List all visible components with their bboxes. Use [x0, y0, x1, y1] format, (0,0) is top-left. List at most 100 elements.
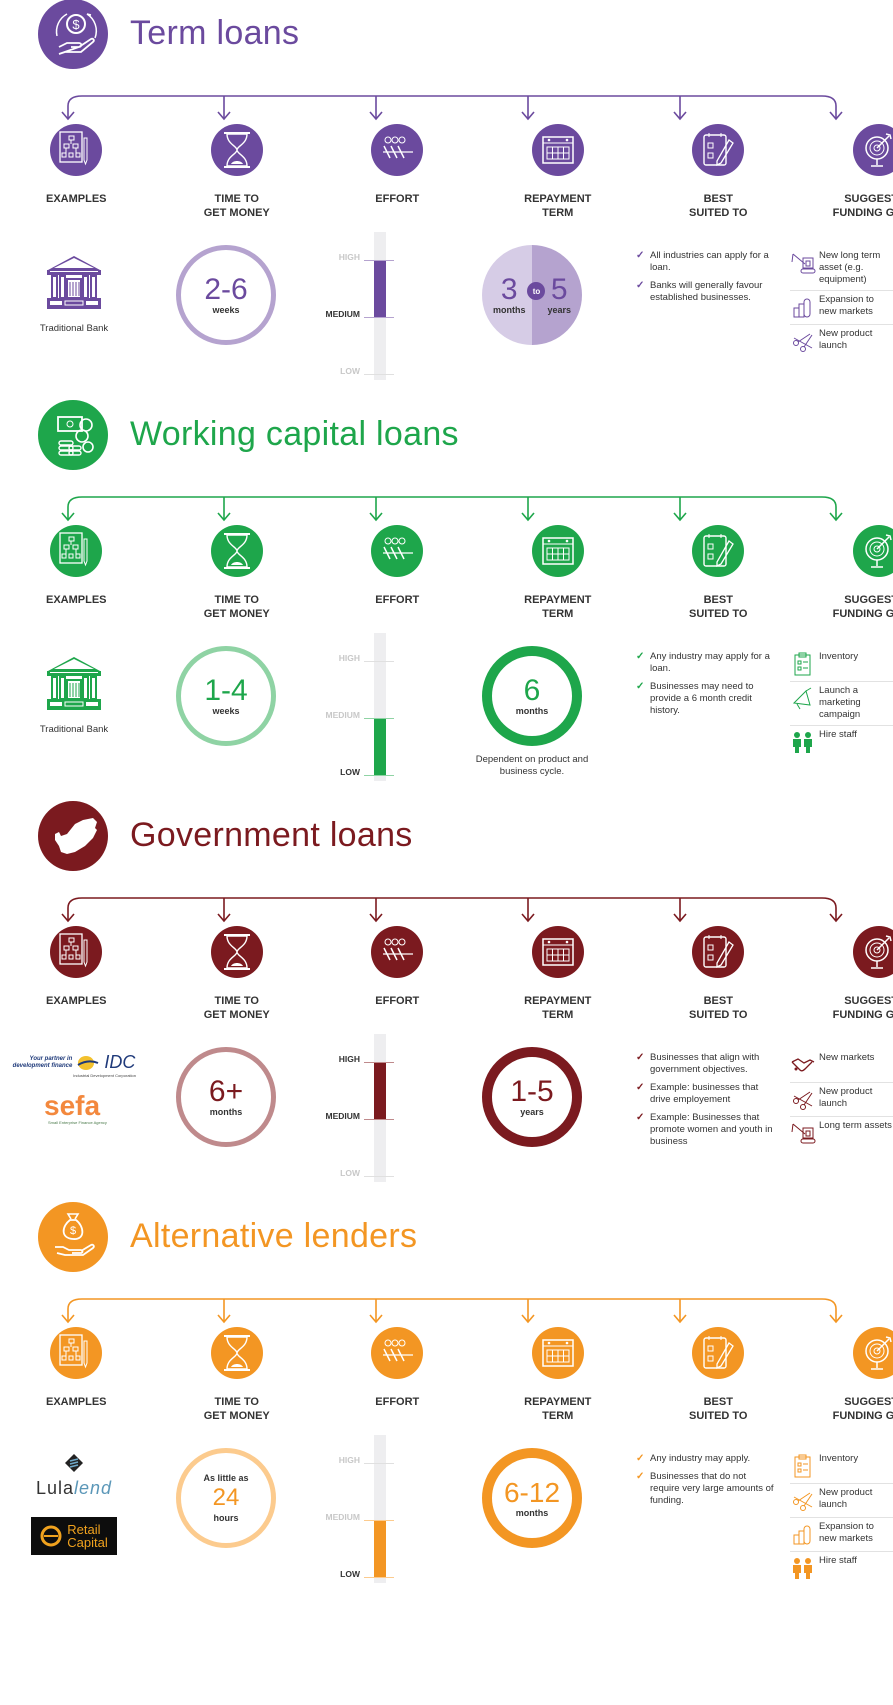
check-icon: ✓ [636, 250, 645, 261]
category-column: REPAYMENT TERM [483, 926, 633, 1022]
category-icon-circle [371, 525, 424, 577]
category-label-line2: FUNDING GOALS [832, 207, 893, 219]
bar-growth-icon [793, 1525, 811, 1545]
best-suited-text: Any industry may apply for a loan. [650, 651, 770, 674]
target-arrow-icon [865, 534, 892, 568]
crane-equipment-icon [791, 253, 816, 274]
category-icon-circle [692, 124, 745, 176]
category-label: EXAMPLES [1, 192, 151, 206]
effort-label-medium: MEDIUM [325, 710, 360, 720]
category-column: SUGGESTED FUNDING GOALS [804, 1327, 893, 1423]
funding-goal-text: Long term assets [819, 1120, 892, 1131]
best-suited-item: ✓ All industries can apply for a loan. [636, 250, 776, 274]
effort-label-medium: MEDIUM [325, 1512, 360, 1522]
time-value: 1-4 [204, 674, 248, 707]
time-value: 24 [212, 1484, 240, 1511]
scissors-ribbon-icon [793, 333, 813, 352]
category-column: EFFORT [322, 926, 472, 1008]
category-label-line1: SUGGESTED [844, 995, 893, 1007]
best-suited-item: ✓ Businesses that align with government o… [636, 1052, 776, 1076]
funding-goals-list: Inventory New product launch Expansion to … [790, 1450, 893, 1585]
category-icon-circle [50, 1327, 103, 1379]
people-staff-icon [793, 1558, 812, 1579]
category-column: TIME TO GET MONEY [162, 1327, 312, 1423]
calendar-icon [542, 938, 574, 966]
hourglass-icon [223, 934, 250, 970]
category-label-line2: SUITED TO [689, 1009, 748, 1021]
funding-goal-item: Hire staff [790, 726, 893, 759]
category-connector-tree [61, 95, 843, 121]
checklist-pencil-icon [703, 133, 735, 167]
funding-goal-item: New product launch [790, 1083, 893, 1117]
effort-tick-high [364, 1463, 394, 1464]
funding-goal-text: Launch a marketing campaign [819, 685, 861, 720]
calendar-icon [542, 136, 574, 164]
time-unit: hours [213, 1513, 239, 1523]
org-chart-document-icon [59, 1334, 88, 1369]
category-label-line1: BEST [703, 1396, 733, 1408]
time-to-money-ring: 2-6 weeks [176, 245, 276, 345]
effort-label-medium: MEDIUM [325, 1111, 360, 1121]
best-suited-item: ✓ Any industry may apply. [636, 1453, 776, 1465]
category-label: EXAMPLES [1, 593, 151, 607]
effort-label-medium: MEDIUM [325, 309, 360, 319]
org-chart-document-icon [59, 131, 88, 166]
category-label-line1: SUGGESTED [844, 193, 893, 205]
category-label-line1: SUGGESTED [844, 1396, 893, 1408]
category-icon-circle [692, 525, 745, 577]
best-suited-list: ✓ Businesses that align with government o… [636, 1052, 776, 1154]
loan-section-term: $ Term loans EXAMPLES TIME TO GET MONEY EFFOR… [0, 0, 893, 436]
checklist-pencil-icon [703, 1336, 735, 1370]
repayment-min: 3 months [493, 275, 526, 316]
category-column: EFFORT [322, 124, 472, 206]
category-connector-tree [61, 897, 843, 923]
time-to-money-ring: As little as 24 hours [176, 1448, 276, 1548]
best-suited-text: Example: businesses that drive employeme… [650, 1082, 759, 1105]
check-icon: ✓ [636, 1052, 645, 1063]
category-label: EFFORT [322, 593, 472, 607]
funding-goal-item: New product launch [790, 325, 893, 358]
category-icon-circle [210, 124, 263, 176]
category-label-line1: EXAMPLES [46, 995, 107, 1007]
category-label-line2: GET MONEY [203, 608, 270, 620]
category-column: BEST SUITED TO [643, 525, 793, 621]
repayment-max: 5 years [547, 275, 571, 316]
target-arrow-icon [865, 1336, 892, 1370]
effort-tick-low [364, 374, 394, 375]
repayment-value: 6-12 [503, 1477, 561, 1508]
funding-goal-item: Long term assets [790, 1117, 893, 1150]
clipboard-inventory-icon [794, 652, 811, 676]
category-label-line2: SUITED TO [689, 1410, 748, 1422]
best-suited-item: ✓ Example: businesses that drive employem… [636, 1082, 776, 1106]
funding-goal-icon-wrap [790, 250, 816, 276]
repayment-ring: 6-12 months [482, 1448, 582, 1548]
check-icon: ✓ [636, 1453, 645, 1464]
category-column: TIME TO GET MONEY [162, 124, 312, 220]
best-suited-text: All industries can apply for a loan. [650, 250, 769, 273]
funding-goal-text: New product launch [819, 1487, 873, 1510]
funding-goal-item: Launch a marketing campaign [790, 682, 893, 726]
best-suited-text: Businesses may need to provide a 6 month… [650, 681, 754, 716]
funding-goal-text: Hire staff [819, 729, 857, 740]
best-suited-text: Example: Businesses that promote women a… [650, 1112, 773, 1147]
idc-tagline-1: Your partner in [29, 1055, 73, 1062]
category-icon-circle [50, 926, 103, 978]
loan-section-working: Working capital loans EXAMPLES TIME TO GET … [0, 400, 893, 837]
category-label-line1: EFFORT [375, 995, 420, 1007]
funding-goal-item: New long term asset (e.g. equipment) [790, 247, 893, 291]
idc-tagline: Your partner in development finance [13, 1056, 73, 1070]
target-arrow-icon [865, 133, 892, 167]
effort-tick-high [364, 1062, 394, 1063]
category-label: EFFORT [322, 994, 472, 1008]
funding-goal-item: Expansion to new markets [790, 1518, 893, 1552]
checklist-pencil-icon [703, 534, 735, 568]
loan-section-alternative: $ Alternative lenders EXAMPLES TIME TO GET M… [0, 1202, 893, 1639]
category-icon-circle [210, 525, 263, 577]
effort-label-low: LOW [340, 366, 360, 376]
category-label-line1: EFFORT [375, 1396, 420, 1408]
idc-logo: Your partner in development finance IDC [4, 1052, 144, 1073]
examples-logos: Your partner in development finance IDC Ind… [4, 1052, 144, 1125]
effort-tick-high [364, 260, 394, 261]
funding-goals-list: Inventory Launch a marketing campaign Hire… [790, 648, 893, 759]
effort-label-high: HIGH [338, 1054, 360, 1064]
